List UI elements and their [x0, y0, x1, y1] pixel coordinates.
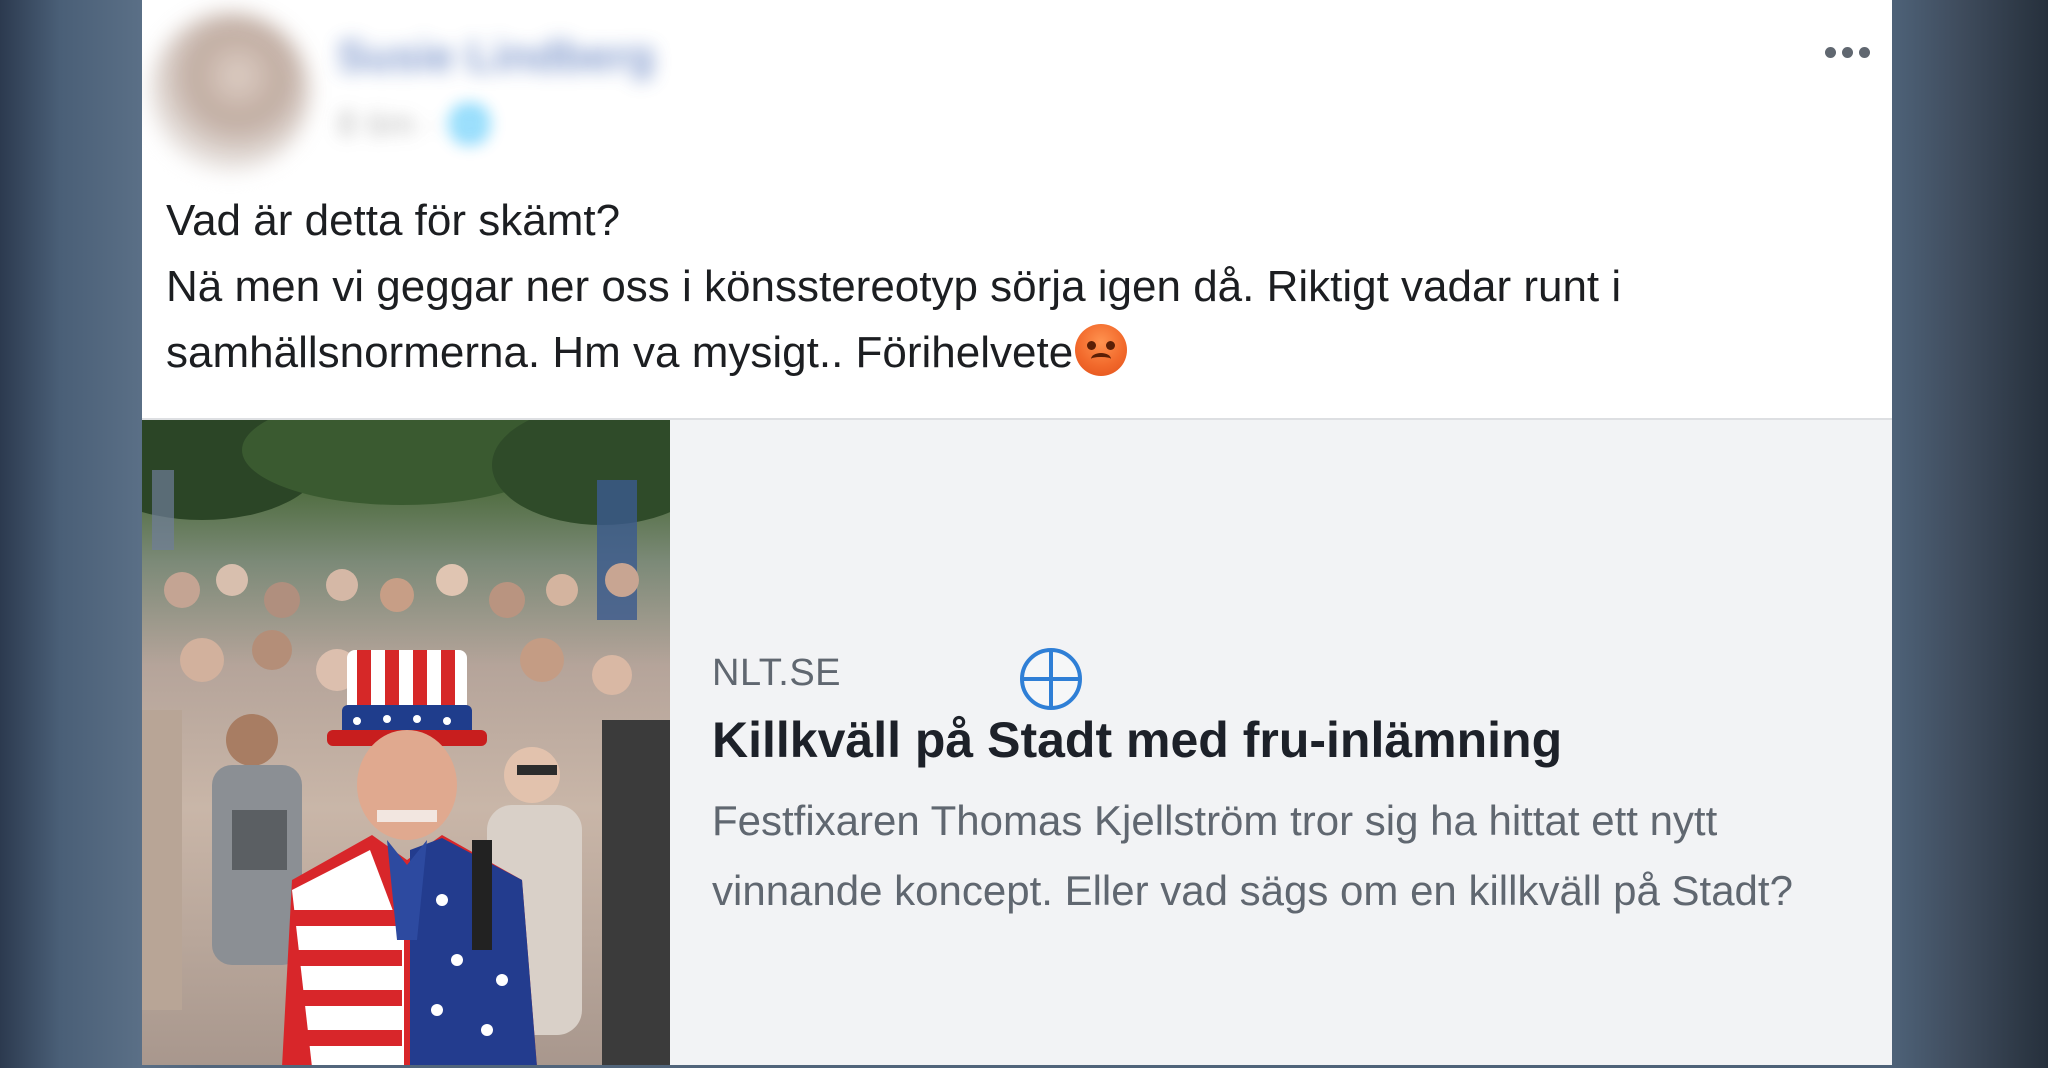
link-description: Festfixaren Thomas Kjellström tror sig h… [712, 797, 1793, 914]
post-text-line-2: Nä men vi geggar ner oss i könsstereotyp… [166, 254, 1866, 386]
link-preview-image[interactable] [142, 420, 670, 1065]
post-text-body: Nä men vi geggar ner oss i könsstereotyp… [166, 262, 1622, 377]
post-timestamp[interactable]: 8 tim · 🌐 [337, 102, 667, 146]
facebook-post: Susie Lindberg 8 tim · 🌐 Vad är detta fö… [142, 0, 1892, 1065]
crosshair-cursor-icon [1020, 648, 1082, 710]
post-header: Susie Lindberg 8 tim · 🌐 [142, 0, 1892, 180]
more-options-button[interactable] [1807, 22, 1887, 82]
author-name[interactable]: Susie Lindberg [337, 32, 877, 82]
angry-face-icon [1075, 324, 1128, 376]
post-message: Vad är detta för skämt? Nä men vi geggar… [166, 188, 1866, 386]
crowd-photo-illustration [142, 420, 670, 1065]
more-dot [1841, 46, 1853, 58]
link-title[interactable]: Killkväll på Stadt med fru-inlämning [712, 710, 1862, 770]
author-avatar[interactable] [150, 12, 310, 172]
link-preview-card[interactable]: NLT.SE Killkväll på Stadt med fru-inlämn… [142, 418, 1892, 1065]
link-domain: NLT.SE [712, 652, 842, 694]
more-horizontal-icon [1824, 46, 1836, 58]
link-preview-text[interactable]: NLT.SE Killkväll på Stadt med fru-inlämn… [712, 650, 1862, 926]
more-dot [1858, 46, 1870, 58]
post-text-line-1: Vad är detta för skämt? [166, 196, 621, 245]
